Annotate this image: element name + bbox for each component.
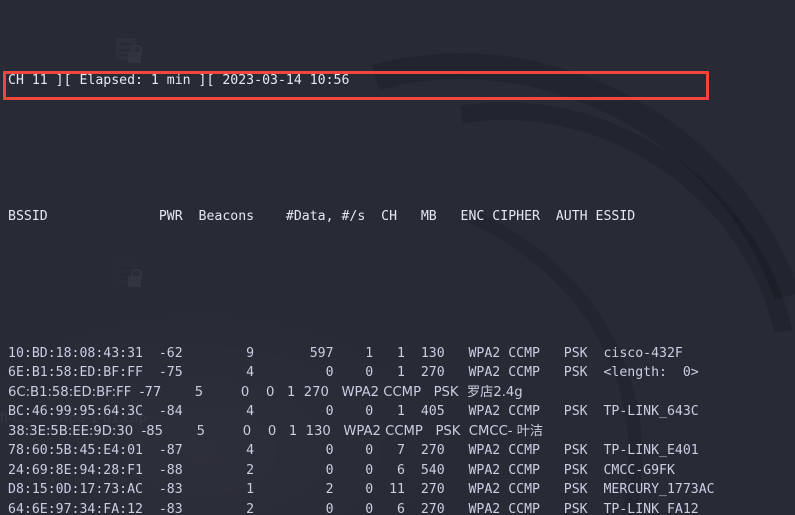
ap-table-row[interactable]: 10:BD:18:08:43:31 -62 9 597 1 1 130 WPA2… — [8, 344, 795, 364]
ap-table-row[interactable]: 6C:B1:58:ED:BF:FF -77 5 0 0 1 270 WPA2 C… — [8, 383, 795, 403]
ap-table-row[interactable]: 6E:B1:58:ED:BF:FF -75 4 0 0 1 270 WPA2 C… — [8, 363, 795, 383]
ap-table-row[interactable]: 64:6E:97:34:FA:12 -83 2 0 0 6 270 WPA2 C… — [8, 500, 795, 515]
status-line: CH 11 ][ Elapsed: 1 min ][ 2023-03-14 10… — [8, 72, 350, 88]
ap-table-header: BSSID PWR Beacons #Data, #/s CH MB ENC C… — [8, 209, 636, 224]
airodump-terminal-window[interactable]: ifi-c... wpa-1-01.cap CH 11 ][ Elapsed: … — [0, 0, 795, 515]
ap-table-row[interactable]: D8:15:0D:17:73:AC -83 1 2 0 11 270 WPA2 … — [8, 480, 795, 500]
ap-table-row[interactable]: 78:60:5B:45:E4:01 -87 4 0 0 7 270 WPA2 C… — [8, 441, 795, 461]
ap-table-body: 10:BD:18:08:43:31 -62 9 597 1 1 130 WPA2… — [8, 344, 795, 515]
ap-table-row[interactable]: BC:46:99:95:64:3C -84 4 0 0 1 405 WPA2 C… — [8, 402, 795, 422]
terminal-text-layer: CH 11 ][ Elapsed: 1 min ][ 2023-03-14 10… — [0, 0, 795, 515]
ap-table-row[interactable]: 38:3E:5B:EE:9D:30 -85 5 0 0 1 130 WPA2 C… — [8, 422, 795, 442]
ap-table-row[interactable]: 24:69:8E:94:28:F1 -88 2 0 0 6 540 WPA2 C… — [8, 461, 795, 481]
